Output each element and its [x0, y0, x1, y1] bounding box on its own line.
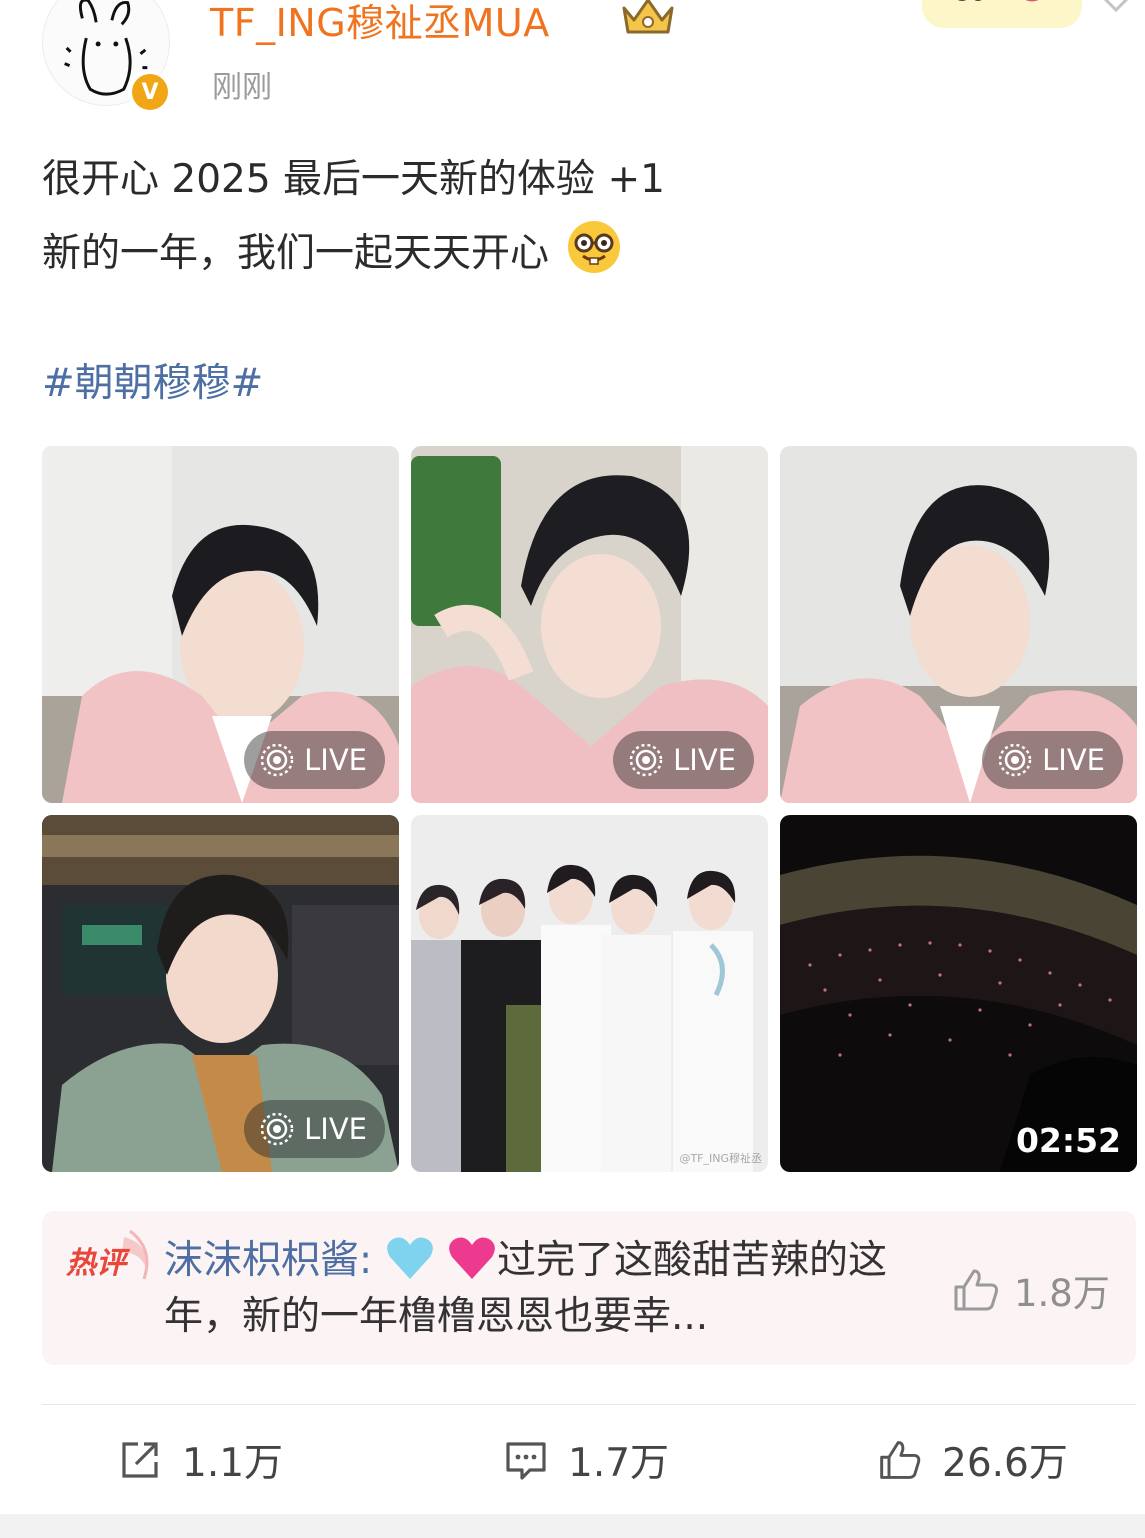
comment-button[interactable]: 1.7万	[504, 1432, 669, 1488]
live-label: LIVE	[673, 743, 736, 777]
hot-comment-author[interactable]: 沫沫枳枳酱:	[164, 1238, 372, 1283]
thumbs-up-icon	[954, 1269, 998, 1311]
media-thumbnail[interactable]: LIVE	[42, 815, 399, 1172]
media-thumbnail[interactable]: @TF_ING穆祉丞	[411, 815, 768, 1172]
media-thumbnail[interactable]: LIVE	[42, 446, 399, 803]
stadium-video-frame	[780, 815, 1137, 1172]
live-photo-icon	[260, 1112, 294, 1146]
post-timestamp: 刚刚	[212, 70, 272, 105]
chevron-down-icon[interactable]	[1098, 0, 1134, 18]
live-photo-badge: LIVE	[244, 1100, 385, 1158]
post-text: 新的一年，我们一起天天开心	[42, 231, 550, 276]
live-label: LIVE	[1042, 743, 1105, 777]
photo-watermark: @TF_ING穆祉丞	[679, 1152, 762, 1165]
pink-heart-emoji	[449, 1237, 495, 1279]
like-count: 26.6万	[942, 1441, 1068, 1486]
video-thumbnail[interactable]: 02:52	[780, 815, 1137, 1172]
video-duration: 02:52	[1015, 1121, 1121, 1160]
media-thumbnail[interactable]: LIVE	[780, 446, 1137, 803]
post-text-line: 很开心 2025 最后一天新的体验 +1	[42, 157, 665, 202]
like-button[interactable]: 26.6万	[878, 1432, 1068, 1488]
hot-comment-like-button[interactable]: 1.8万	[952, 1263, 1110, 1317]
nerd-face-emoji	[568, 221, 621, 273]
live-photo-icon	[629, 743, 663, 777]
hot-comment-text: 沫沫枳枳酱: 过完了这酸甜苦辣的这年，新的一年橹橹恩恩也要幸...	[164, 1233, 924, 1345]
media-thumbnail[interactable]: LIVE	[411, 446, 768, 803]
verified-badge-icon: V	[128, 70, 172, 114]
hot-comment-label-icon: 热评	[65, 1229, 149, 1281]
live-photo-icon	[260, 743, 294, 777]
live-label: LIVE	[304, 743, 367, 777]
live-label: LIVE	[304, 1112, 367, 1146]
repost-button[interactable]: 1.1万	[118, 1432, 283, 1488]
hot-comment-card[interactable]: 热评 沫沫枳枳酱: 过完了这酸甜苦辣的这年，新的一年橹橹恩恩也要幸... 1.8…	[42, 1211, 1136, 1365]
hot-comment-label: 热评	[65, 1246, 131, 1281]
decoration-sticker-icon	[922, 0, 1082, 28]
live-photo-icon	[998, 743, 1032, 777]
live-photo-badge: LIVE	[613, 731, 754, 789]
share-icon	[122, 1442, 158, 1478]
author-name[interactable]: TF_ING穆祉丞MUA	[210, 0, 550, 47]
bottom-bar	[0, 1514, 1145, 1538]
light-blue-heart-emoji	[386, 1237, 433, 1279]
hashtag-link[interactable]: #朝朝穆穆#	[42, 352, 263, 408]
group-photo	[411, 815, 768, 1172]
post-text-line: 新的一年，我们一起天天开心	[42, 218, 623, 278]
repost-count: 1.1万	[182, 1441, 284, 1486]
thumbs-up-icon	[880, 1441, 921, 1479]
comment-count: 1.7万	[568, 1441, 670, 1486]
divider	[42, 1404, 1136, 1405]
vip-crown-icon[interactable]	[620, 0, 676, 38]
hot-comment-like-count: 1.8万	[1014, 1272, 1110, 1315]
comment-icon	[506, 1442, 546, 1480]
live-photo-badge: LIVE	[244, 731, 385, 789]
live-photo-badge: LIVE	[982, 731, 1123, 789]
